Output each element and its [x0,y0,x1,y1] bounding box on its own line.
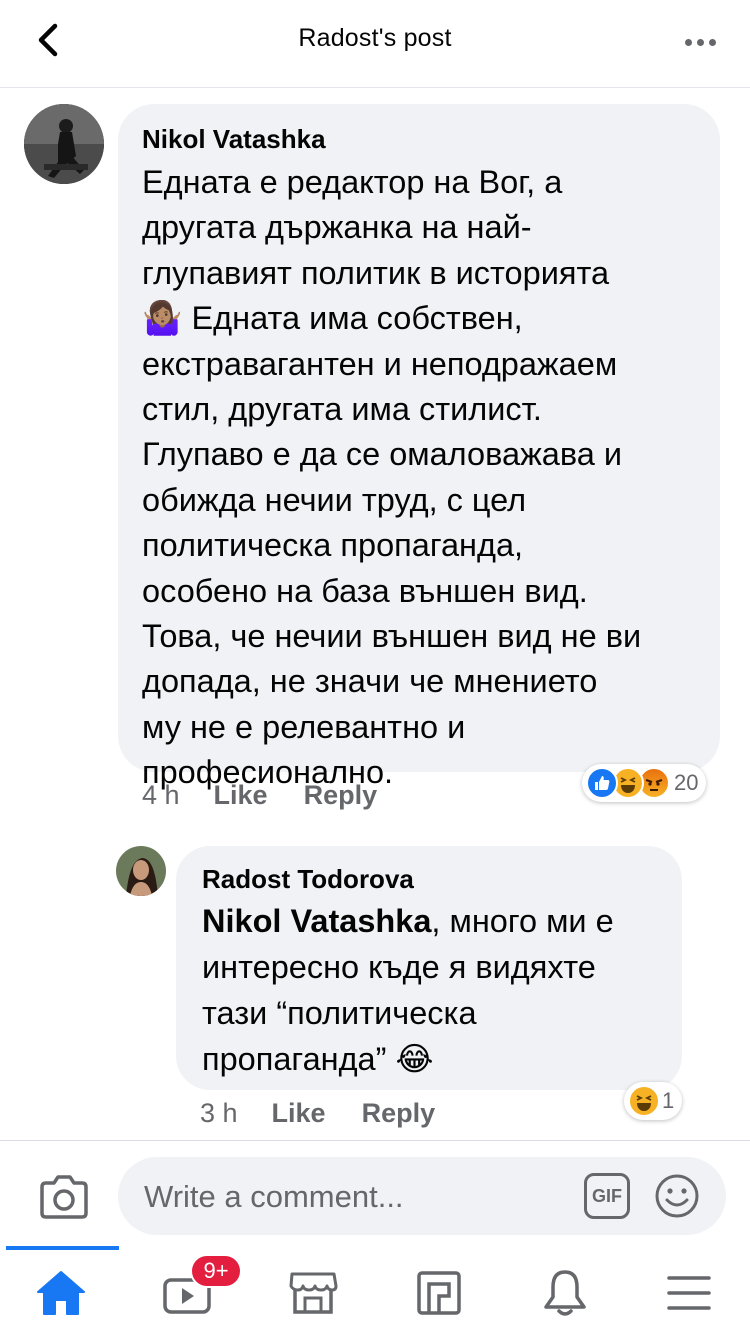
gif-button[interactable]: GIF [584,1173,630,1219]
avatar[interactable] [116,846,166,896]
reply-line: пропаганда” 😂 [202,1041,434,1077]
comment-line: екстравагантен и неподражаем [142,345,618,382]
more-options-button[interactable] [678,22,722,62]
comment-input[interactable]: Write a comment... GIF [118,1157,726,1235]
like-button[interactable]: Like [272,1098,326,1129]
reply-line: Nikol Vatashka, много ми е [202,898,614,944]
like-icon [586,767,618,799]
reply-bubble[interactable]: Radost Todorova Nikol Vatashka, много ми… [176,846,682,1090]
smiley-icon [655,1174,699,1218]
comment-line: другата държанка на най- [142,209,532,246]
notification-badge: 9+ [190,1254,242,1288]
dot [696,38,704,46]
tab-marketplace[interactable] [288,1268,338,1318]
comment-line: глупавият политик в историята [142,254,610,291]
comment-line: особено на база външен вид. [142,572,588,609]
bell-icon [544,1270,586,1316]
profile-photo [116,846,166,896]
like-button[interactable]: Like [214,780,268,811]
reply-button[interactable]: Reply [362,1098,436,1129]
active-tab-indicator [6,1246,119,1250]
dot [684,38,692,46]
comment-line: 🤷🏽‍♀️ Едната има собствен, [142,300,523,337]
comment-line: обижда нечии труд, с цел [142,481,527,518]
dot [708,38,716,46]
comment-line: му не е релевантно и [142,708,466,745]
avatar[interactable] [24,104,104,184]
reply-text: Nikol Vatashka, много ми е интересно къд… [202,898,614,1082]
comment-line: Едната е редактор на Вог, а [142,164,563,200]
reaction-count: 1 [662,1088,675,1113]
tab-home[interactable] [36,1268,86,1318]
camera-icon [40,1175,88,1219]
comment-line: стил, другата има стилист. [142,391,542,428]
comment-line: допада, не значи че мнението [142,663,598,700]
tab-menu[interactable] [664,1268,714,1318]
reaction-summary[interactable]: 20 [582,764,707,802]
tab-pages[interactable] [414,1268,464,1318]
marketplace-icon [289,1272,338,1314]
top-bar: Radost's post [0,0,750,88]
comment-input-placeholder: Write a comment... [144,1179,404,1214]
comment-timestamp[interactable]: 4 h [142,780,180,811]
home-icon [37,1271,85,1315]
reply-line: интересно къде я видяхте [202,949,596,985]
reaction-count: 20 [674,770,699,795]
comment-line: политическа пропаганда, [142,527,524,564]
emoji-button[interactable] [654,1173,700,1219]
comment-actions: 4 h Like Reply [142,780,377,811]
camera-button[interactable] [38,1173,90,1221]
reply-line: тази “политическа [202,995,477,1031]
tab-notifications[interactable] [540,1268,590,1318]
comment-line: Глупаво е да се омаловажава и [142,436,623,473]
menu-icon [667,1276,711,1310]
mention-link[interactable]: Nikol Vatashka [202,903,431,939]
pages-icon [417,1271,461,1315]
reply-button[interactable]: Reply [304,780,378,811]
reply-author[interactable]: Radost Todorova [202,864,414,895]
reply-line-rest: , много ми е [431,903,614,939]
reply-timestamp[interactable]: 3 h [200,1098,238,1129]
reply-actions: 3 h Like Reply [200,1098,435,1129]
comment-author[interactable]: Nikol Vatashka [142,124,326,155]
comment-bubble[interactable]: Nikol Vatashka Едната е редактор на Вог,… [118,104,720,790]
haha-icon [628,1085,660,1117]
reaction-summary[interactable]: 1 [624,1082,683,1120]
page-title: Radost's post [298,24,452,52]
bottom-navigation: 9+ [0,1246,750,1334]
comment-line: Това, че нечии външен вид не ви [142,618,642,655]
profile-photo [24,104,104,184]
comment-composer: Write a comment... GIF [0,1140,750,1250]
comment-text: Едната е редактор на Вог, а другата държ… [142,160,641,796]
